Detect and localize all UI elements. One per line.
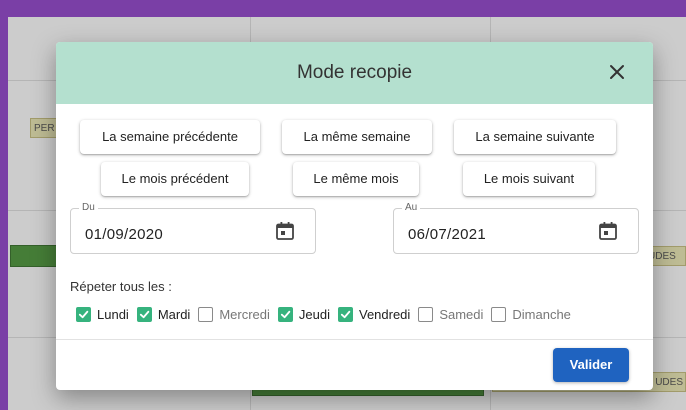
day-checkbox-mardi[interactable]: Mardi	[136, 306, 191, 322]
day-checkbox-samedi[interactable]: Samedi	[418, 306, 484, 322]
repeat-label: Répeter tous les :	[70, 279, 172, 294]
checkbox-icon[interactable]	[277, 306, 293, 322]
day-label: Jeudi	[298, 306, 330, 322]
previous-month-button[interactable]: Le mois précédent	[101, 162, 249, 196]
checkbox-icon[interactable]	[418, 306, 434, 322]
checkbox-icon[interactable]	[491, 306, 507, 322]
day-label: Dimanche	[512, 306, 571, 322]
end-date-field[interactable]: Au 06/07/2021	[393, 202, 639, 254]
copy-mode-dialog: Mode recopie La semaine précédente La mê…	[56, 42, 653, 390]
checkbox-icon[interactable]	[136, 306, 152, 322]
next-week-button[interactable]: La semaine suivante	[454, 120, 616, 154]
close-icon	[610, 65, 624, 79]
same-month-button[interactable]: Le même mois	[293, 162, 419, 196]
end-date-value[interactable]: 06/07/2021	[408, 226, 486, 243]
start-date-field[interactable]: Du 01/09/2020	[70, 202, 316, 254]
day-label: Vendredi	[358, 306, 411, 322]
next-month-button[interactable]: Le mois suivant	[463, 162, 595, 196]
day-checkbox-jeudi[interactable]: Jeudi	[277, 306, 330, 322]
weekday-checkboxes: Lundi Mardi Mercredi Jeudi Vendredi Same…	[76, 304, 579, 324]
dialog-title: Mode recopie	[296, 62, 413, 83]
start-date-label: Du	[79, 202, 98, 213]
previous-week-button[interactable]: La semaine précédente	[80, 120, 260, 154]
calendar-icon[interactable]	[598, 221, 618, 241]
day-label: Mardi	[157, 306, 191, 322]
checkbox-icon[interactable]	[76, 306, 91, 322]
day-label: Samedi	[439, 306, 484, 322]
checkbox-icon[interactable]	[337, 306, 353, 322]
day-label: Lundi	[97, 306, 129, 322]
submit-button[interactable]: Valider	[553, 348, 629, 382]
checkbox-icon[interactable]	[198, 306, 214, 322]
start-date-value[interactable]: 01/09/2020	[85, 226, 163, 243]
same-week-button[interactable]: La même semaine	[282, 120, 432, 154]
dialog-divider	[56, 339, 653, 340]
day-label: Mercredi	[219, 306, 270, 322]
day-checkbox-vendredi[interactable]: Vendredi	[337, 306, 411, 322]
day-checkbox-dimanche[interactable]: Dimanche	[491, 306, 571, 322]
day-checkbox-mercredi[interactable]: Mercredi	[198, 306, 270, 322]
end-date-label: Au	[402, 202, 421, 213]
day-checkbox-lundi[interactable]: Lundi	[76, 306, 129, 322]
dialog-header: Mode recopie	[56, 42, 653, 104]
calendar-icon[interactable]	[275, 221, 295, 241]
close-button[interactable]	[605, 60, 629, 84]
